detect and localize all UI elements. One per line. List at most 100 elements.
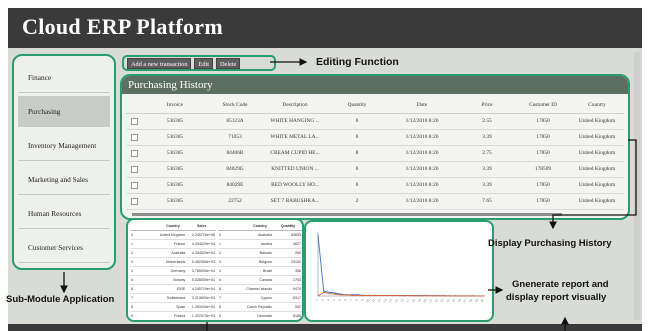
table-cell: 84406B — [208, 145, 262, 162]
report-row: 5 Norway 5.528050e+03 — [130, 275, 216, 285]
row-checkbox[interactable] — [130, 165, 138, 173]
edit-button[interactable]: Edit — [194, 57, 213, 69]
chart-data-point — [443, 295, 445, 297]
report-cell: 3 — [130, 257, 159, 267]
editing-function-label: Editing Function — [316, 56, 399, 68]
report-row: 3 Belgium 23152 — [218, 257, 302, 267]
sidebar-item-human-resources[interactable]: Human Resources — [18, 198, 110, 229]
row-checkbox[interactable] — [130, 197, 138, 205]
report-row: 1 Austria 4827 — [218, 239, 302, 249]
add-transaction-button[interactable]: Add a new transaction — [127, 57, 192, 69]
row-checkbox[interactable] — [130, 149, 138, 157]
report-row: 8 Czech Republic 592 — [218, 302, 302, 312]
column-header[interactable]: Price — [458, 97, 516, 114]
report-index-header — [130, 222, 159, 231]
report-column-header: Sales — [187, 222, 216, 231]
column-header[interactable]: Country — [570, 97, 624, 114]
table-cell: United Kingdom — [570, 129, 624, 146]
table-row[interactable]: 536365 22752 SET 7 BABUSHKA... 2 1/12/2010 8… — [126, 193, 624, 210]
chart-data-point — [374, 294, 376, 296]
report-row: 4 Brazil 356 — [218, 266, 302, 276]
column-header[interactable]: Description — [262, 97, 328, 114]
table-cell: 22752 — [208, 193, 262, 210]
panel-title: Purchasing History — [122, 76, 628, 94]
table-cell: 6 — [328, 161, 386, 178]
report-cell: Cyprus — [246, 293, 274, 303]
sidebar-item-customer-services[interactable]: Customer Services — [18, 232, 110, 263]
delete-button[interactable]: Delete — [215, 57, 241, 69]
table-cell: United Kingdom — [570, 161, 624, 178]
chart-data-point — [420, 295, 422, 297]
chart-data-point — [460, 295, 462, 297]
report-cell: 2 — [130, 248, 159, 258]
table-row[interactable]: 536365 71053 WHITE METAL LA... 6 1/12/2010 8… — [126, 129, 624, 146]
chart-data-point — [483, 295, 485, 297]
table-cell: 2.55 — [458, 113, 516, 130]
report-row: 1 France 4.304529e+04 — [130, 239, 216, 249]
report-cell: 4.304529e+04 — [187, 248, 216, 258]
row-checkbox[interactable] — [130, 117, 138, 125]
row-select-cell — [126, 161, 142, 178]
table-cell: 17850 — [516, 145, 570, 162]
table-cell: 7.65 — [458, 193, 516, 210]
chart-data-point — [328, 292, 331, 295]
report-cell: 4 — [130, 266, 159, 276]
report-cell: 5 — [130, 275, 159, 285]
column-header[interactable]: Invoice — [142, 97, 208, 114]
report-row: 6 EIRE 4.245719e+04 — [130, 284, 216, 294]
row-checkbox[interactable] — [130, 181, 138, 189]
sidebar-item-purchasing[interactable]: Purchasing — [18, 96, 110, 127]
report-cell: 9 — [130, 311, 159, 320]
sales-by-country-table: Country Sales 0 United Kingdom 2.245716e+06 1… — [130, 222, 216, 320]
report-cell: 260 — [274, 248, 302, 258]
report-cell: Bahrain — [246, 248, 274, 258]
table-cell: 536365 — [142, 113, 208, 130]
table-cell: 17850 — [516, 129, 570, 146]
report-cell: 5 — [218, 275, 246, 285]
report-row: 8 Spain 1.253340e+04 — [130, 302, 216, 312]
table-row[interactable]: 536365 84406B CREAM CUPID HE... 8 1/12/2010 … — [126, 145, 624, 162]
table-cell: 2.75 — [458, 145, 516, 162]
table-cell: 536365 — [142, 145, 208, 162]
column-header[interactable]: Stock Code — [208, 97, 262, 114]
chart-data-point — [363, 294, 365, 296]
row-checkbox[interactable] — [130, 133, 138, 141]
table-cell: KNITTED UNION ... — [262, 161, 328, 178]
report-column-header: Quantity — [274, 222, 302, 231]
sidebar-item-finance[interactable]: Finance — [18, 62, 110, 93]
table-cell: SET 7 BABUSHKA... — [262, 193, 328, 210]
table-cell: WHITE HANGING ... — [262, 113, 328, 130]
table-row[interactable]: 536365 85123A WHITE HANGING ... 6 1/12/2010 … — [126, 113, 624, 130]
table-row[interactable]: 536365 84029E RED WOOLLY HO... 6 1/12/2010 8… — [126, 177, 624, 194]
vertical-scrollbar[interactable] — [634, 52, 640, 320]
table-cell: 1/12/2010 8:26 — [386, 193, 458, 210]
horizontal-scrollbar[interactable] — [132, 213, 562, 216]
column-header[interactable]: Date — [386, 97, 458, 114]
table-cell: 84029G — [208, 161, 262, 178]
table-cell: 536365 — [142, 161, 208, 178]
table-cell: WHITE METAL LA... — [262, 129, 328, 146]
sidebar-item-marketing-and-sales[interactable]: Marketing and Sales — [18, 164, 110, 195]
table-cell: CREAM CUPID HE... — [262, 145, 328, 162]
purchasing-table: Invoice Stock Code Description Quantity Date… — [126, 97, 624, 210]
purchasing-history-panel: Purchasing History Invoice Stock Code Desc… — [120, 74, 630, 220]
report-row: 0 Australia 83653 — [218, 230, 302, 240]
sidebar-item-inventory-management[interactable]: Inventory Management — [18, 130, 110, 161]
report-cell: 1 — [130, 239, 159, 249]
submodule-label: Sub-Module Application — [6, 294, 115, 305]
table-cell: 178509 — [516, 161, 570, 178]
table-cell: 71053 — [208, 129, 262, 146]
report-cell: 8188 — [274, 311, 302, 320]
column-header[interactable]: Quantity — [328, 97, 386, 114]
report-cell: Switzerland — [158, 293, 188, 303]
report-column-header: Country — [158, 222, 188, 231]
report-label-line1: Gnenerate report and — [512, 279, 609, 290]
table-cell: United Kingdom — [570, 145, 624, 162]
table-row[interactable]: 536365 84029G KNITTED UNION ... 6 1/12/2010 … — [126, 161, 624, 178]
column-header[interactable]: Customer ID — [516, 97, 570, 114]
x-tick-label: 1 — [315, 298, 319, 302]
report-row: 7 Switzerland 3.313600e+03 — [130, 293, 216, 303]
table-cell: United Kingdom — [570, 193, 624, 210]
report-label-line2: display report visually — [506, 292, 607, 303]
report-cell: Brazil — [246, 266, 274, 276]
